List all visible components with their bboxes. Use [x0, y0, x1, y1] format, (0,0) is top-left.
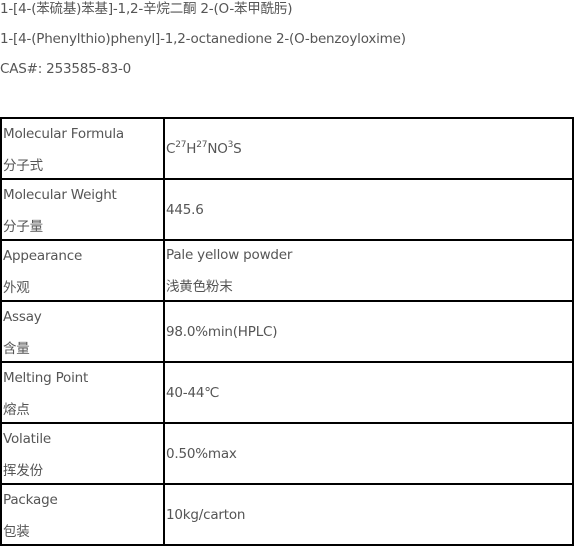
- table-row-melting-point: Melting Point 熔点 40-44℃: [0, 361, 574, 424]
- label-cell: Melting Point 熔点: [0, 361, 165, 424]
- label-cell: Appearance 外观: [0, 239, 165, 302]
- volatile-value: 0.50%max: [166, 445, 237, 462]
- value-cell: 10kg/carton: [163, 483, 574, 546]
- value-cell: Pale yellow powder 浅黄色粉末: [163, 239, 574, 302]
- value-cell: C27H27NO3S: [163, 117, 574, 180]
- formula-count: 27: [196, 139, 208, 150]
- label-cell: Package 包装: [0, 483, 165, 546]
- label-cell: Volatile 挥发份: [0, 422, 165, 485]
- label-cell: Assay 含量: [0, 300, 165, 363]
- specification-table: Molecular Formula 分子式 C27H27NO3S Molecul…: [0, 117, 574, 546]
- formula-element: NO: [207, 140, 228, 157]
- label-chinese: 分子式: [3, 157, 43, 174]
- table-row-volatile: Volatile 挥发份 0.50%max: [0, 422, 574, 485]
- label-chinese: 含量: [3, 340, 30, 357]
- molecular-weight-value: 445.6: [166, 201, 204, 218]
- table-row-package: Package 包装 10kg/carton: [0, 483, 574, 546]
- value-cell: 98.0%min(HPLC): [163, 300, 574, 363]
- formula-element: C: [166, 140, 176, 157]
- label-english: Volatile: [3, 430, 51, 447]
- value-cell: 445.6: [163, 178, 574, 241]
- label-english: Assay: [3, 308, 42, 325]
- value-cell: 40-44℃: [163, 361, 574, 424]
- formula-element: H: [186, 140, 197, 157]
- product-title-chinese: 1-[4-(苯硫基)苯基]-1,2-辛烷二酮 2-(O-苯甲酰肟): [0, 1, 293, 17]
- label-chinese: 挥发份: [3, 462, 43, 479]
- table-row-appearance: Appearance 外观 Pale yellow powder 浅黄色粉末: [0, 239, 574, 302]
- assay-value: 98.0%min(HPLC): [166, 323, 278, 340]
- product-title-english: 1-[4-(Phenylthio)phenyl]-1,2-octanedione…: [0, 31, 406, 47]
- label-english: Melting Point: [3, 369, 89, 386]
- label-chinese: 熔点: [3, 401, 30, 418]
- value-cell: 0.50%max: [163, 422, 574, 485]
- label-chinese: 分子量: [3, 218, 43, 235]
- appearance-value-english: Pale yellow powder: [166, 246, 293, 263]
- table-row-assay: Assay 含量 98.0%min(HPLC): [0, 300, 574, 363]
- cas-number: CAS#: 253585-83-0: [0, 61, 132, 77]
- formula-count: 27: [175, 139, 187, 150]
- label-english: Molecular Formula: [3, 125, 124, 142]
- label-english: Molecular Weight: [3, 186, 117, 203]
- label-english: Appearance: [3, 247, 83, 264]
- melting-point-value: 40-44℃: [166, 384, 220, 401]
- label-chinese: 外观: [3, 279, 30, 296]
- package-value: 10kg/carton: [166, 506, 246, 523]
- label-cell: Molecular Formula 分子式: [0, 117, 165, 180]
- table-row-molecular-weight: Molecular Weight 分子量 445.6: [0, 178, 574, 241]
- molecular-formula-value: C27H27NO3S: [166, 140, 572, 158]
- label-chinese: 包装: [3, 523, 30, 540]
- formula-element: S: [233, 140, 242, 157]
- table-row-molecular-formula: Molecular Formula 分子式 C27H27NO3S: [0, 117, 574, 180]
- label-cell: Molecular Weight 分子量: [0, 178, 165, 241]
- appearance-value-chinese: 浅黄色粉末: [166, 278, 233, 295]
- label-english: Package: [3, 491, 58, 508]
